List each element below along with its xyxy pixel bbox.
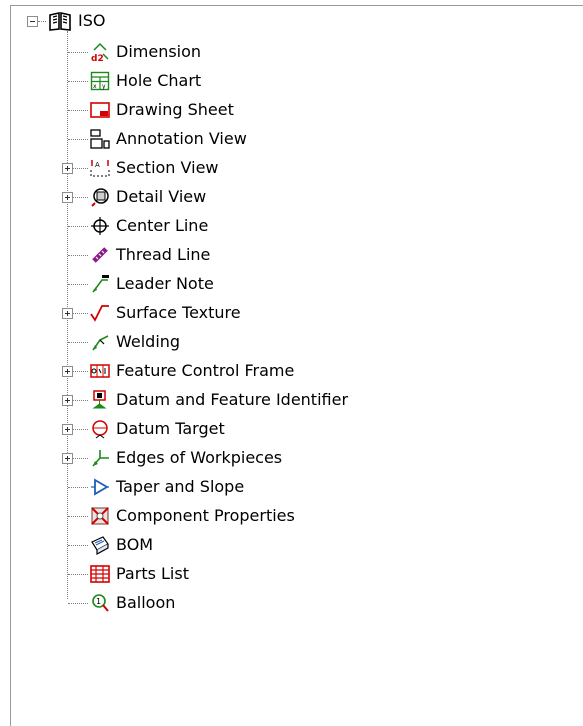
tree-item-label: Datum and Feature Identifier	[116, 390, 349, 409]
svg-text:1: 1	[96, 597, 101, 606]
tree-item-label: Taper and Slope	[116, 477, 245, 496]
tree-item-section-view[interactable]: A Section View	[90, 156, 219, 180]
leader-note-icon	[90, 274, 110, 294]
tree-item-label: Annotation View	[116, 129, 247, 148]
tree-item-center-line[interactable]: Center Line	[90, 214, 208, 238]
tree-item-component-properties[interactable]: Component Properties	[90, 504, 295, 528]
tree-item-label: Drawing Sheet	[116, 100, 234, 119]
tree-item-label: Hole Chart	[116, 71, 202, 90]
tree-item-datum-feature-identifier[interactable]: Datum and Feature Identifier	[90, 388, 348, 412]
expander-section-view[interactable]	[62, 163, 73, 174]
tree-item-annotation-view[interactable]: Annotation View	[90, 127, 247, 151]
svg-text:A: A	[95, 161, 100, 169]
hole-chart-icon: xy	[90, 71, 110, 91]
tree-item-taper-slope[interactable]: Taper and Slope	[90, 475, 244, 499]
tree-item-label: Dimension	[116, 42, 202, 61]
thread-line-icon	[90, 245, 110, 265]
tree-item-datum-target[interactable]: Datum Target	[90, 417, 225, 441]
svg-text:x: x	[93, 83, 97, 90]
edges-of-workpieces-icon	[90, 448, 110, 468]
expander-detail-view[interactable]	[62, 192, 73, 203]
tree-item-label: Welding	[116, 332, 181, 351]
tree-item-label: Datum Target	[116, 419, 225, 438]
dimension-icon: d2	[90, 42, 110, 64]
tree-item-detail-view[interactable]: Detail View	[90, 185, 206, 209]
tree-item-dimension[interactable]: d2 Dimension	[90, 40, 201, 64]
tree-item-label: Detail View	[116, 187, 207, 206]
annotation-view-icon	[90, 129, 110, 149]
svg-text:y: y	[102, 83, 106, 90]
drawing-sheet-icon	[90, 100, 110, 120]
tree-view[interactable]: ISO d2 Dimension x y Hole Chart Drawing Sheet…	[0, 0, 583, 716]
expander-datum-target[interactable]	[62, 424, 73, 435]
tree-item-label: Section View	[116, 158, 219, 177]
tree-item-label: BOM	[116, 535, 154, 554]
tree-item-thread-line[interactable]: Thread Line	[90, 243, 210, 267]
tree-root-iso[interactable]: ISO	[48, 9, 105, 33]
tree-item-leader-note[interactable]: Leader Note	[90, 272, 214, 296]
datum-target-icon	[90, 419, 110, 439]
tree-item-label: Leader Note	[116, 274, 214, 293]
detail-view-icon	[90, 187, 110, 207]
tree-item-label: Center Line	[116, 216, 209, 235]
surface-texture-icon	[90, 303, 110, 323]
expander-datum-feature-identifier[interactable]	[62, 395, 73, 406]
expander-surface-texture[interactable]	[62, 308, 73, 319]
expander-edges-of-workpieces[interactable]	[62, 453, 73, 464]
feature-control-frame-icon	[90, 361, 110, 381]
root-expander[interactable]	[27, 16, 38, 27]
parts-list-icon	[90, 564, 110, 584]
tree-item-label: Edges of Workpieces	[116, 448, 283, 467]
tree-item-label: Component Properties	[116, 506, 295, 525]
tree-item-balloon[interactable]: 1 Balloon	[90, 591, 175, 615]
tree-item-label: Balloon	[116, 593, 176, 612]
tree-item-label: Thread Line	[116, 245, 211, 264]
svg-text:d2: d2	[91, 54, 104, 62]
component-properties-icon	[90, 506, 110, 526]
tree-root-label: ISO	[78, 11, 106, 30]
tree-item-welding[interactable]: Welding	[90, 330, 180, 354]
tree-item-parts-list[interactable]: Parts List	[90, 562, 189, 586]
tree-item-label: Feature Control Frame	[116, 361, 295, 380]
tree-item-drawing-sheet[interactable]: Drawing Sheet	[90, 98, 234, 122]
tree-item-hole-chart[interactable]: x y Hole Chart	[90, 69, 201, 93]
tree-item-feature-control-frame[interactable]: Feature Control Frame	[90, 359, 294, 383]
tree-item-label: Surface Texture	[116, 303, 241, 322]
expander-feature-control-frame[interactable]	[62, 366, 73, 377]
tree-item-bom[interactable]: BOM	[90, 533, 153, 557]
tree-item-edges-of-workpieces[interactable]: Edges of Workpieces	[90, 446, 282, 470]
bom-icon	[90, 535, 110, 556]
datum-feature-identifier-icon	[90, 390, 110, 410]
tree-item-label: Parts List	[116, 564, 189, 583]
welding-icon	[90, 332, 110, 352]
book-icon	[49, 12, 71, 31]
balloon-icon: 1	[90, 593, 110, 613]
section-view-icon: A	[90, 158, 110, 178]
center-line-icon	[90, 216, 110, 236]
taper-slope-icon	[90, 477, 110, 497]
tree-item-surface-texture[interactable]: Surface Texture	[90, 301, 241, 325]
